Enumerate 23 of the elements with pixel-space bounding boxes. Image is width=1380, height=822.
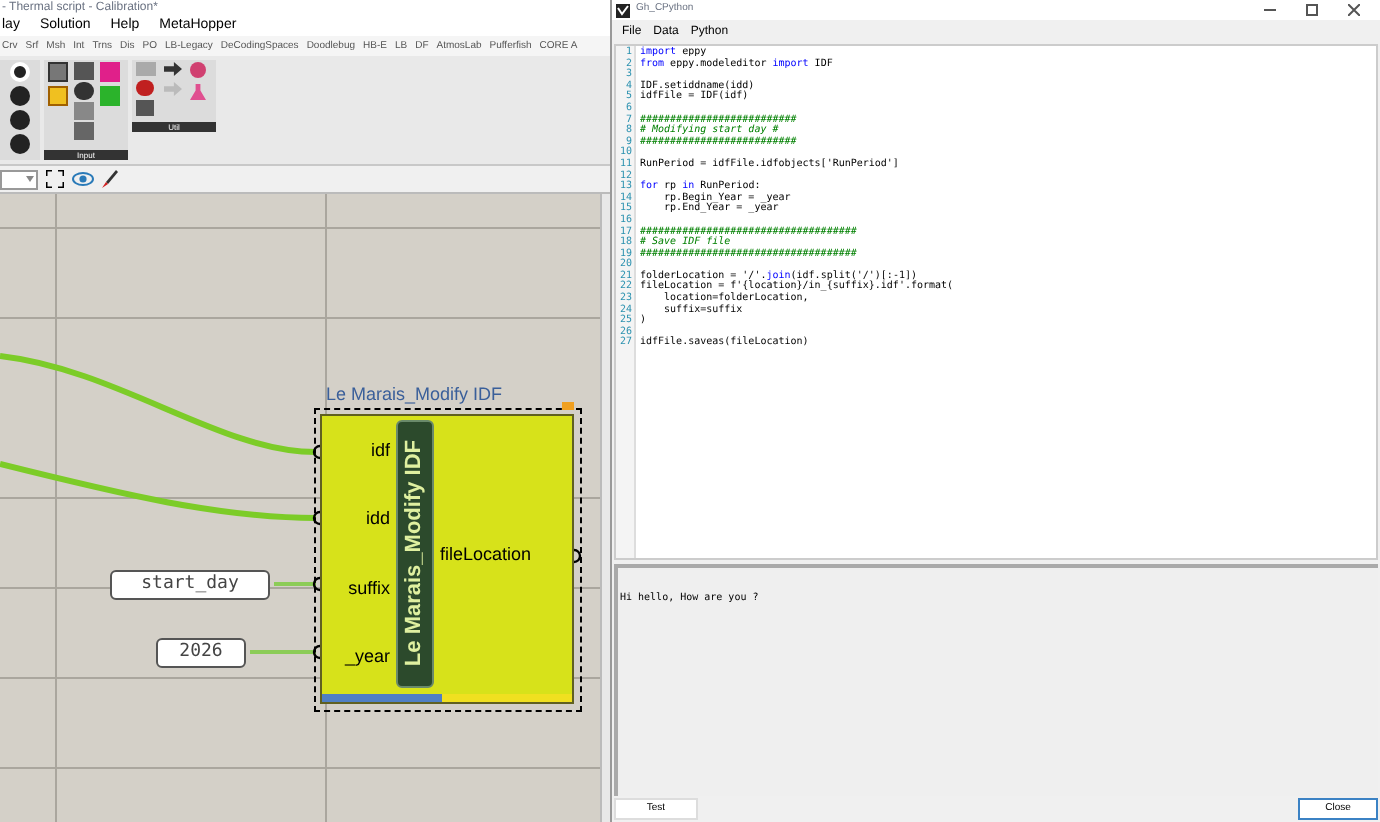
flask-icon[interactable] <box>190 84 206 100</box>
status-badge <box>562 402 574 410</box>
eye-icon[interactable] <box>72 172 94 186</box>
panel-text: 2026 <box>179 639 223 666</box>
output-grip-icon <box>574 548 582 564</box>
component-nickname: Le Marais_Modify IDF <box>400 440 429 668</box>
dropdown-field[interactable] <box>0 169 38 189</box>
caret-icon <box>26 176 34 182</box>
wire <box>274 582 316 586</box>
panel-text: start_day <box>141 571 239 598</box>
maximize-icon[interactable] <box>1306 4 1318 16</box>
zoom-extents-icon[interactable] <box>46 170 64 188</box>
close-icon[interactable] <box>1348 4 1360 16</box>
brush-icon[interactable] <box>102 170 118 188</box>
code-editor[interactable] <box>614 44 1378 560</box>
input-param[interactable]: idd <box>365 508 390 529</box>
minimize-icon[interactable] <box>1264 4 1276 16</box>
input-param[interactable]: idf <box>370 440 390 461</box>
output-param[interactable]: fileLocation <box>440 543 572 563</box>
component-title: Le Marais_Modify IDF <box>326 384 503 404</box>
input-param[interactable]: _year <box>344 645 390 666</box>
wire <box>250 650 316 654</box>
input-param[interactable]: suffix <box>348 577 390 598</box>
